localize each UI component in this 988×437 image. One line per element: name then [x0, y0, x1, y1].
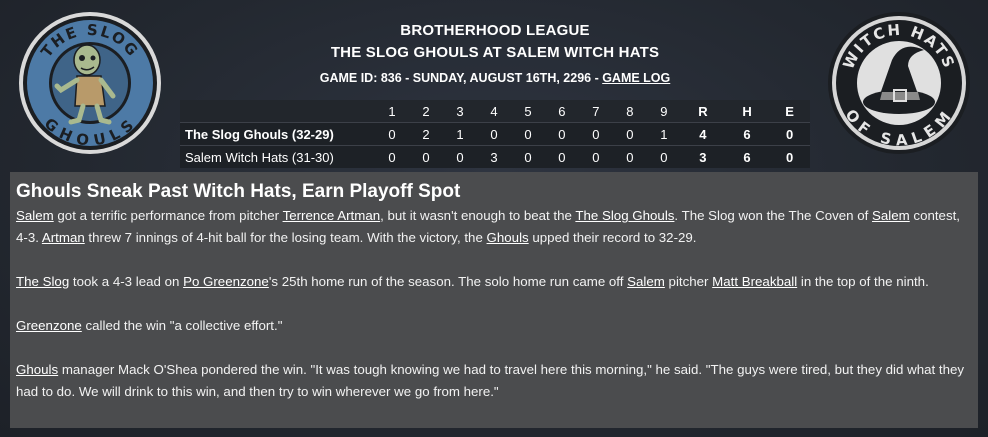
article-text: 's 25th home run of the season. The solo… [268, 274, 628, 289]
inning-score: 0 [592, 149, 600, 165]
inning-header: 8 [626, 103, 634, 119]
errors-header: E [785, 103, 794, 119]
article-text: . The Slog won the The Coven of [674, 208, 873, 223]
game-header: BROTHERHOOD LEAGUE THE SLOG GHOULS AT SA… [180, 20, 810, 87]
inning-header: 1 [388, 103, 396, 119]
inning-score: 1 [660, 126, 668, 142]
inning-score: 0 [524, 149, 532, 165]
player-link-artman[interactable]: Artman [42, 230, 85, 245]
inning-header: 2 [422, 103, 430, 119]
inning-score: 0 [524, 126, 532, 142]
team-name-home: Salem Witch Hats (31-30) [185, 149, 334, 165]
team-column-header [180, 100, 375, 123]
boxscore-header-row: 1 2 3 4 5 6 7 8 9 R H E [180, 100, 810, 123]
inning-score: 0 [558, 149, 566, 165]
inning-score: 0 [388, 149, 396, 165]
inning-header: 5 [524, 103, 532, 119]
team-link-the-slog[interactable]: The Slog [16, 274, 69, 289]
inning-score: 0 [422, 149, 430, 165]
article-text: pitcher [664, 274, 713, 289]
runs-total: 3 [699, 149, 707, 165]
team-link-slog-ghouls[interactable]: The Slog Ghouls [575, 208, 674, 223]
inning-header: 4 [490, 103, 498, 119]
hits-total: 6 [743, 149, 751, 165]
inning-score: 0 [660, 149, 668, 165]
hits-header: H [742, 103, 752, 119]
team-link-salem[interactable]: Salem [872, 208, 910, 223]
article-text: , but it wasn't enough to beat the [380, 208, 576, 223]
slog-ghouls-logo: THE SLOG GHOULS [19, 12, 161, 154]
game-info-text: GAME ID: 836 - SUNDAY, AUGUST 16TH, 2296… [319, 71, 603, 85]
runs-total: 4 [699, 126, 707, 142]
article-title: Ghouls Sneak Past Witch Hats, Earn Playo… [16, 181, 461, 202]
inning-score: 0 [490, 126, 498, 142]
table-row-home: Salem Witch Hats (31-30) 0 0 0 3 0 0 0 0… [180, 145, 810, 168]
game-info: GAME ID: 836 - SUNDAY, AUGUST 16TH, 2296… [180, 69, 810, 87]
player-link-matt-breakball[interactable]: Matt Breakball [712, 274, 797, 289]
table-row-away: The Slog Ghouls (32-29) 0 2 1 0 0 0 0 0 … [180, 122, 810, 146]
article-text: in the top of the ninth. [797, 274, 929, 289]
hits-total: 6 [743, 126, 751, 142]
errors-total: 0 [785, 126, 794, 142]
article-paragraph: Greenzone called the win "a collective e… [16, 315, 972, 337]
inning-score: 2 [422, 126, 430, 142]
inning-score: 1 [456, 126, 464, 142]
player-link-terrence-artman[interactable]: Terrence Artman [283, 208, 381, 223]
article-paragraph: Ghouls manager Mack O'Shea pondered the … [16, 359, 972, 403]
inning-score: 0 [456, 149, 464, 165]
inning-header: 6 [558, 103, 566, 119]
game-log-link[interactable]: GAME LOG [602, 71, 670, 85]
inning-score: 0 [592, 126, 600, 142]
runs-header: R [698, 103, 708, 119]
inning-score: 0 [626, 149, 634, 165]
inning-header: 7 [592, 103, 600, 119]
player-link-po-greenzone[interactable]: Po Greenzone [183, 274, 269, 289]
errors-total: 0 [785, 149, 794, 165]
inning-header: 9 [660, 103, 668, 119]
team-link-salem[interactable]: Salem [627, 274, 665, 289]
matchup-title: THE SLOG GHOULS AT SALEM WITCH HATS [330, 44, 660, 61]
inning-score: 0 [388, 126, 396, 142]
team-link-salem[interactable]: Salem [16, 208, 54, 223]
team-link-ghouls[interactable]: Ghouls [487, 230, 529, 245]
inning-header: 3 [456, 103, 464, 119]
team-name-away: The Slog Ghouls (32-29) [185, 126, 334, 142]
article-text: got a terrific performance from pitcher [53, 208, 283, 223]
team-link-ghouls[interactable]: Ghouls [16, 362, 58, 377]
player-link-greenzone[interactable]: Greenzone [16, 318, 82, 333]
article-text: manager Mack O'Shea pondered the win. "I… [16, 362, 965, 399]
boxscore-table: 1 2 3 4 5 6 7 8 9 R H E The Slog Ghouls … [180, 100, 810, 168]
inning-score: 3 [490, 149, 498, 165]
article-text: called the win "a collective effort." [81, 318, 283, 333]
witch-hats-logo: WITCH HATS OF SALEM [828, 12, 970, 154]
article-text: upped their record to 32-29. [528, 230, 697, 245]
game-recap-article: Ghouls Sneak Past Witch Hats, Earn Playo… [10, 172, 978, 428]
article-text: took a 4-3 lead on [69, 274, 184, 289]
inning-score: 0 [626, 126, 634, 142]
article-paragraph: The Slog took a 4-3 lead on Po Greenzone… [16, 271, 972, 293]
inning-score: 0 [558, 126, 566, 142]
league-name: BROTHERHOOD LEAGUE [400, 22, 590, 39]
article-text: threw 7 innings of 4-hit ball for the lo… [84, 230, 487, 245]
article-paragraph: Salem got a terrific performance from pi… [16, 205, 972, 249]
